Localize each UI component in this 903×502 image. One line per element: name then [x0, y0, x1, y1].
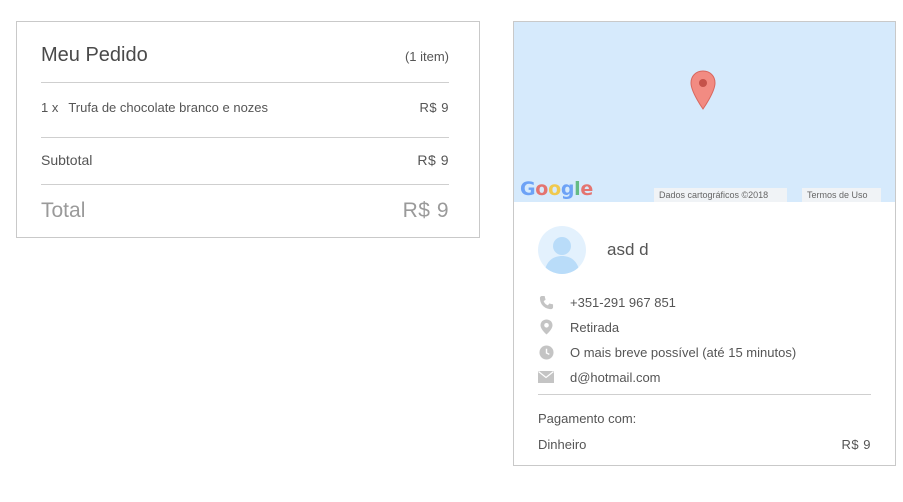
divider	[538, 394, 871, 395]
map-data-credit: Dados cartográficos ©2018	[654, 188, 787, 202]
avatar	[538, 226, 586, 274]
customer-name: asd d	[607, 240, 649, 259]
total-value: R$ 9	[402, 199, 449, 222]
divider	[41, 137, 449, 138]
email-icon	[538, 369, 554, 385]
line-item-qty: 1 x	[41, 100, 59, 115]
delivery-method: Retirada	[570, 319, 620, 335]
customer-email-row: d@hotmail.com	[538, 369, 661, 385]
map-pin-icon[interactable]	[690, 70, 716, 110]
payment-method: Dinheiro	[538, 437, 587, 452]
divider	[41, 184, 449, 185]
divider	[41, 82, 449, 83]
subtotal-value: R$ 9	[417, 152, 449, 168]
map-terms-link[interactable]: Termos de Uso	[802, 188, 881, 202]
payment-amount: R$ 9	[841, 437, 871, 452]
location-icon	[538, 319, 554, 335]
customer-profile: asd d	[538, 226, 649, 274]
customer-phone-row: +351-291 967 851	[538, 294, 676, 310]
payment-label: Pagamento com:	[538, 411, 637, 426]
user-avatar-icon	[544, 237, 580, 274]
location-map[interactable]: Google Dados cartográficos ©2018 Termos …	[514, 22, 895, 202]
line-item-price: R$ 9	[419, 100, 449, 115]
clock-icon	[538, 344, 554, 360]
delivery-method-row: Retirada	[538, 319, 619, 335]
subtotal-label: Subtotal	[41, 152, 93, 168]
customer-phone: +351-291 967 851	[570, 294, 676, 310]
order-line-item: 1 x Trufa de chocolate branco e nozes R$ …	[41, 100, 449, 115]
order-item-count: (1 item)	[404, 49, 449, 64]
customer-info-card: Google Dados cartográficos ©2018 Termos …	[513, 21, 896, 466]
total-label: Total	[41, 199, 86, 222]
phone-icon	[538, 294, 554, 310]
customer-email: d@hotmail.com	[570, 369, 661, 385]
order-summary-card: Meu Pedido (1 item) 1 x Trufa de chocolat…	[16, 21, 480, 238]
delivery-time-row: O mais breve possível (até 15 minutos)	[538, 344, 796, 360]
payment-row: Dinheiro R$ 9	[538, 437, 871, 452]
order-title: Meu Pedido	[41, 44, 148, 66]
google-logo: Google	[520, 178, 593, 200]
total-row: Total R$ 9	[41, 199, 449, 223]
delivery-time: O mais breve possível (até 15 minutos)	[570, 344, 797, 360]
line-item-description: 1 x Trufa de chocolate branco e nozes	[41, 100, 268, 115]
order-header: Meu Pedido (1 item)	[41, 44, 449, 67]
line-item-name: Trufa de chocolate branco e nozes	[68, 100, 269, 115]
subtotal-row: Subtotal R$ 9	[41, 152, 449, 168]
